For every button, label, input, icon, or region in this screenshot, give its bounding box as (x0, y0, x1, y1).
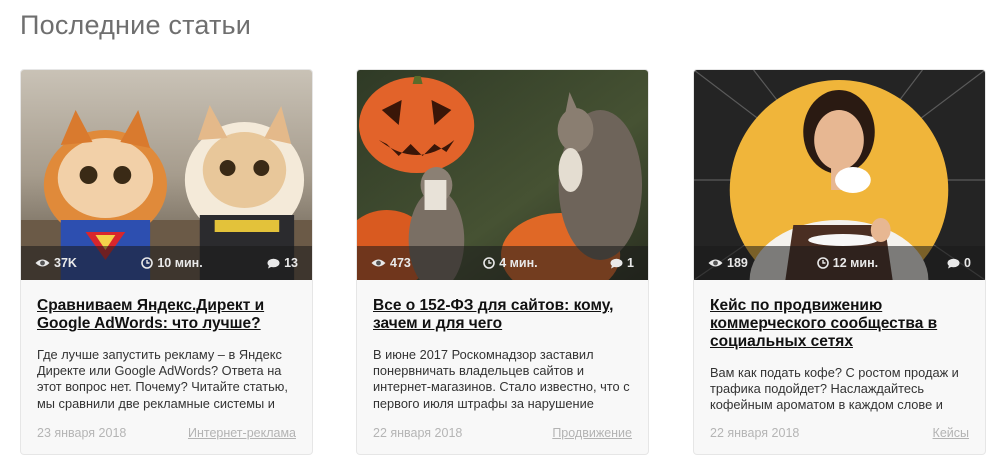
article-category-link[interactable]: Кейсы (933, 426, 969, 440)
comment-icon (947, 258, 960, 268)
eye-icon (708, 259, 723, 267)
comment-icon (267, 258, 280, 268)
article-card[interactable]: 473 4 мин. 1 Все о 152-ФЗ для сайтов: ко… (356, 69, 649, 455)
read-time: 4 мин. (483, 256, 538, 270)
section-title: Последние статьи (20, 10, 252, 40)
article-title-link[interactable]: Все о 152-ФЗ для сайтов: кому, зачем и д… (373, 297, 632, 333)
article-description: Вам как подать кофе? С ростом продаж и т… (710, 365, 959, 413)
article-thumbnail[interactable]: 37K 10 мин. 13 (21, 70, 312, 280)
article-date: 23 января 2018 (37, 426, 127, 440)
comments-count: 13 (267, 256, 298, 270)
article-thumbnail[interactable]: 473 4 мин. 1 (357, 70, 648, 280)
article-meta-bar: 189 12 мин. 0 (694, 246, 985, 280)
article-title-link[interactable]: Сравниваем Яндекс.Директ и Google AdWord… (37, 297, 296, 333)
article-title-link[interactable]: Кейс по продвижению коммерческого сообще… (710, 297, 969, 351)
comments-count: 0 (947, 256, 971, 270)
article-card[interactable]: 189 12 мин. 0 Кейс по продвижению коммер… (693, 69, 986, 455)
clock-icon (141, 257, 154, 269)
clock-icon (483, 257, 496, 269)
article-date: 22 января 2018 (373, 426, 463, 440)
article-date: 22 января 2018 (710, 426, 800, 440)
article-card[interactable]: 37K 10 мин. 13 Сравниваем Яндекс.Директ … (20, 69, 313, 455)
eye-icon (35, 259, 50, 267)
eye-icon (371, 259, 386, 267)
article-category-link[interactable]: Продвижение (552, 426, 632, 440)
views-count: 37K (35, 256, 77, 270)
comments-count: 1 (610, 256, 634, 270)
views-count: 473 (371, 256, 411, 270)
article-thumbnail[interactable]: 189 12 мин. 0 (694, 70, 985, 280)
clock-icon (816, 257, 829, 269)
read-time: 10 мин. (141, 256, 203, 270)
article-description: В июне 2017 Роскомнадзор заставил понерв… (373, 347, 630, 411)
comment-icon (610, 258, 623, 268)
article-meta-bar: 473 4 мин. 1 (357, 246, 648, 280)
read-time: 12 мин. (816, 256, 878, 270)
views-count: 189 (708, 256, 748, 270)
article-category-link[interactable]: Интернет-реклама (188, 426, 296, 440)
article-meta-bar: 37K 10 мин. 13 (21, 246, 312, 280)
article-description: Где лучше запустить рекламу – в Яндекс Д… (37, 347, 288, 411)
